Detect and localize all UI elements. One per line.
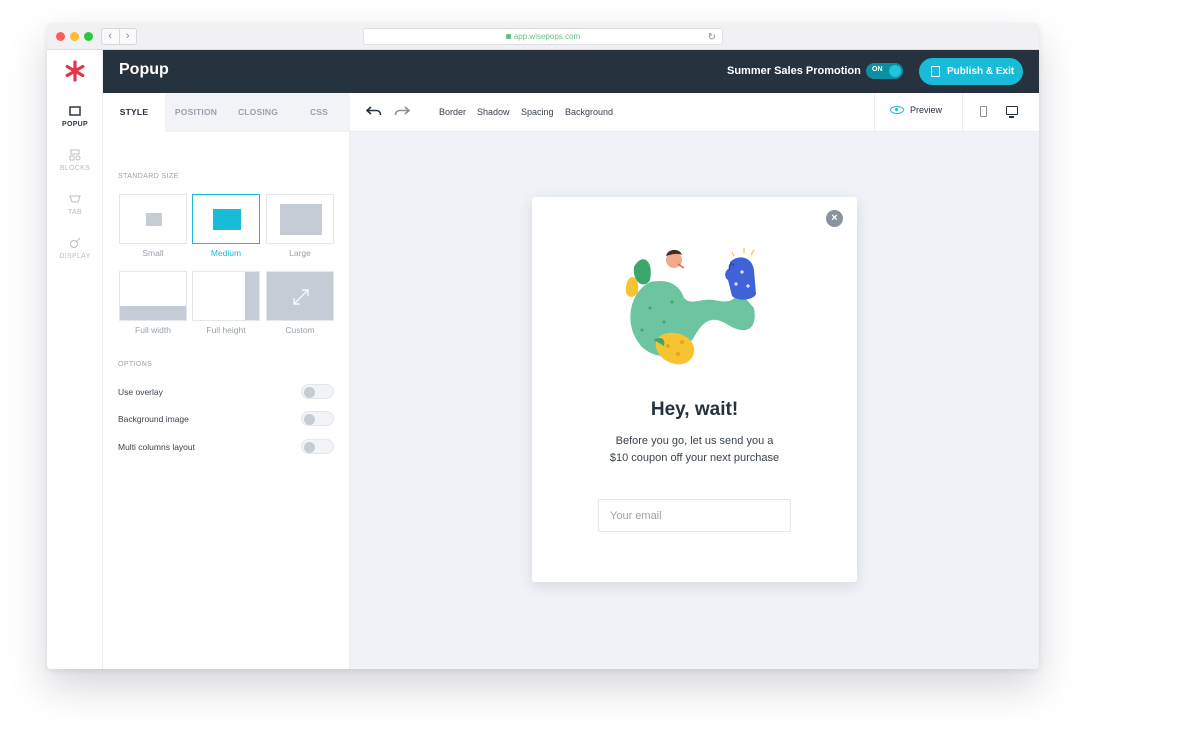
preview-button[interactable]: Preview (890, 105, 942, 115)
rail-item-blocks[interactable]: BLOCKS (47, 149, 103, 172)
display-icon (70, 237, 81, 248)
toggle-knob (304, 386, 315, 398)
toolbar-divider (962, 93, 963, 131)
background-image-toggle[interactable] (301, 411, 334, 426)
size-preview-shape (146, 213, 162, 226)
option-multi-columns-layout: Multi columns layout (118, 439, 334, 455)
size-option-large[interactable] (266, 194, 334, 244)
popup-body-line1: Before you go, let us send you a (615, 435, 774, 447)
size-label-small: Small (142, 248, 164, 258)
eye-icon (890, 106, 904, 114)
close-window-button[interactable] (56, 32, 65, 41)
minimize-window-button[interactable] (70, 32, 79, 41)
toolbar-shadow-link[interactable]: Shadow (477, 107, 510, 117)
lock-icon (505, 34, 511, 39)
redo-icon[interactable] (394, 105, 410, 117)
use-overlay-toggle[interactable] (301, 384, 334, 399)
size-option-full-width[interactable] (119, 271, 187, 321)
size-option-medium[interactable] (192, 194, 260, 244)
toolbar-background-link[interactable]: Background (565, 107, 613, 117)
top-header: Popup Summer Sales Promotion ON Publish … (103, 50, 1039, 93)
standard-size-label: STANDARD SIZE (118, 173, 179, 180)
rail-item-tab[interactable]: TAB (47, 193, 103, 216)
tab-icon (69, 195, 81, 203)
editor-canvas: × Hey, wait! Before you go, let us send … (350, 132, 1039, 669)
back-arrow-icon[interactable]: ‹ (102, 29, 120, 44)
option-use-overlay: Use overlay (118, 384, 334, 400)
rail-item-label: DISPLAY (59, 253, 91, 260)
wisepops-logo-icon (65, 60, 85, 82)
maximize-window-button[interactable] (84, 32, 93, 41)
toggle-label: ON (872, 66, 883, 73)
option-label: Multi columns layout (118, 442, 196, 452)
size-label-large: Large (289, 248, 311, 258)
tab-closing[interactable]: CLOSING (227, 93, 289, 132)
size-option-small[interactable] (119, 194, 187, 244)
size-preview-shape (120, 306, 186, 320)
size-label-medium: Medium (210, 248, 242, 258)
preview-label: Preview (910, 105, 943, 115)
tab-css[interactable]: CSS (288, 93, 350, 132)
blocks-icon (69, 149, 81, 161)
undo-icon[interactable] (366, 105, 382, 117)
publish-exit-button[interactable]: Publish & Exit (919, 58, 1023, 85)
settings-panel: STYLE POSITION CLOSING CSS STANDARD SIZE… (103, 93, 350, 669)
popup-heading: Hey, wait! (650, 399, 739, 420)
toolbar-border-link[interactable]: Border (439, 107, 466, 117)
desktop-device-icon[interactable] (1006, 106, 1018, 118)
campaign-active-toggle[interactable]: ON (866, 63, 903, 79)
publish-label: Publish & Exit (947, 66, 1015, 77)
toggle-knob (889, 65, 901, 77)
illustration-person-mitten-icon (625, 248, 756, 365)
popup-body-text: Before you go, let us send you a $10 cou… (582, 433, 807, 467)
toggle-knob (304, 413, 315, 425)
size-preview-shape (213, 209, 241, 230)
url-text: app.wisepops.com (513, 32, 581, 41)
options-label: OPTIONS (118, 361, 153, 368)
toggle-knob (304, 441, 315, 453)
tab-position[interactable]: POSITION (165, 93, 227, 132)
popup-body-line2: $10 coupon off your next purchase (609, 452, 780, 464)
size-label-full-width: Full width (135, 325, 171, 335)
publish-icon (931, 66, 940, 77)
browser-nav: ‹ › (101, 28, 137, 45)
rail-item-display[interactable]: DISPLAY (47, 237, 103, 260)
editor-toolbar: Border Shadow Spacing Background Preview (350, 93, 1039, 132)
email-field[interactable] (598, 499, 791, 532)
size-preview-shape (280, 204, 322, 235)
rail-item-popup[interactable]: POPUP (47, 105, 103, 128)
address-bar[interactable]: app.wisepops.com ↻ (363, 28, 723, 45)
tab-style[interactable]: STYLE (103, 93, 165, 132)
size-option-full-height[interactable] (192, 271, 260, 321)
forward-arrow-icon[interactable]: › (120, 29, 137, 44)
toolbar-spacing-link[interactable]: Spacing (521, 107, 554, 117)
popup-close-icon[interactable]: × (826, 210, 843, 227)
rail-item-label: POPUP (61, 121, 88, 128)
popup-preview[interactable]: × Hey, wait! Before you go, let us send … (532, 197, 857, 582)
resize-arrows-icon (293, 289, 309, 305)
popup-icon (69, 106, 81, 116)
option-label: Use overlay (118, 387, 163, 397)
panel-tabs: STYLE POSITION CLOSING CSS (103, 93, 350, 132)
page-title: Popup (119, 61, 169, 78)
size-preview-shape (245, 272, 259, 320)
left-rail: POPUP BLOCKS TAB DISPLAY (47, 50, 103, 669)
multi-columns-layout-toggle[interactable] (301, 439, 334, 454)
app-window: ‹ › app.wisepops.com ↻ POPUP BLOCKS TAB (47, 23, 1039, 669)
campaign-name: Summer Sales Promotion (727, 65, 861, 77)
option-label: Background image (118, 414, 189, 424)
size-label-custom: Custom (285, 325, 315, 335)
rail-item-label: TAB (68, 209, 82, 216)
toolbar-divider (874, 93, 875, 131)
browser-chrome: ‹ › app.wisepops.com ↻ (47, 23, 1039, 50)
option-background-image: Background image (118, 411, 334, 427)
mobile-device-icon[interactable] (980, 106, 987, 117)
size-option-custom[interactable] (266, 271, 334, 321)
rail-item-label: BLOCKS (59, 165, 91, 172)
size-label-full-height: Full height (206, 325, 246, 335)
reload-icon[interactable]: ↻ (708, 30, 716, 45)
